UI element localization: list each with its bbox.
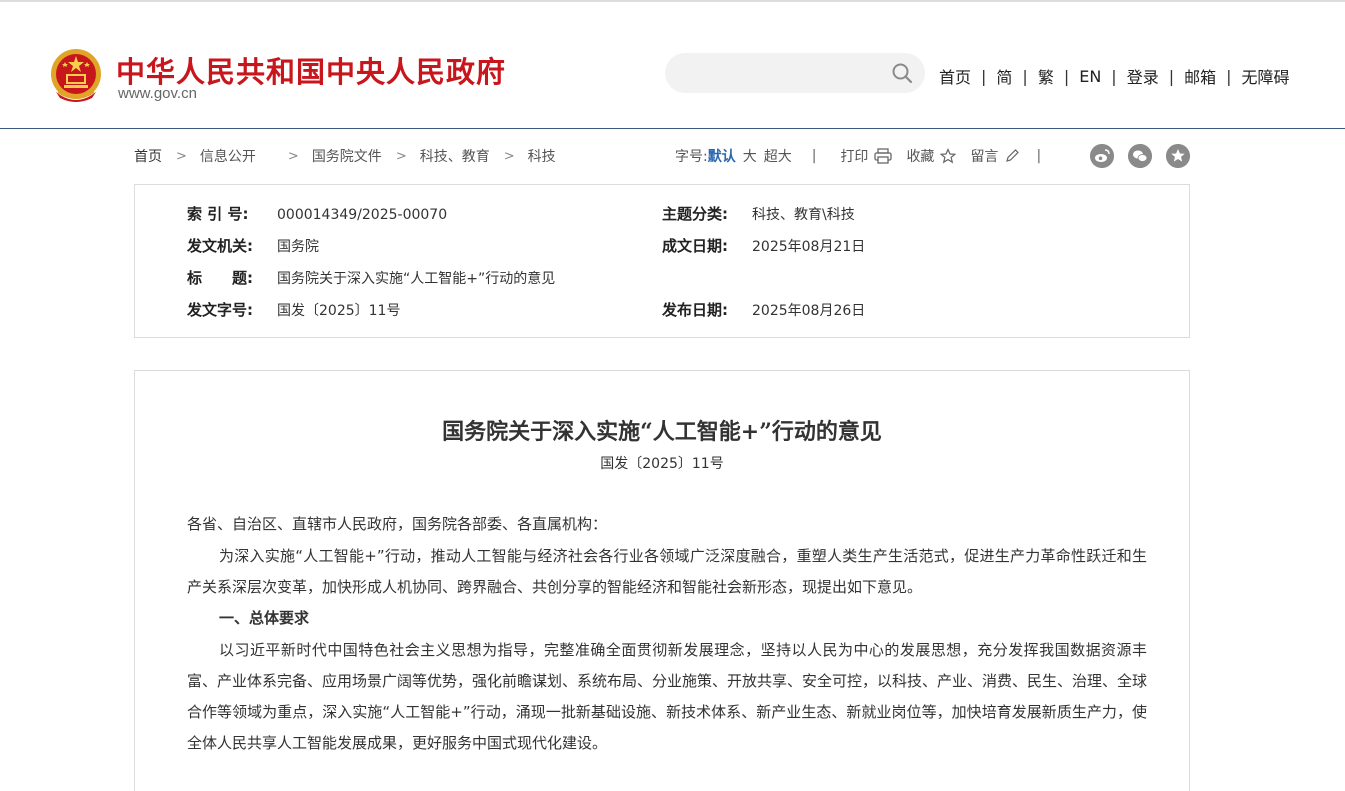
font-size-label: 字号: [675, 149, 708, 165]
nav-separator: | [1111, 66, 1117, 86]
docno-value: 国发〔2025〕11号 [277, 303, 401, 319]
search-box [665, 53, 925, 93]
printer-icon [874, 148, 893, 164]
article-title: 国务院关于深入实施“人工智能+”行动的意见 [442, 419, 882, 445]
issuer-label: 发文机关: [187, 237, 253, 255]
top-nav: 首页 | 简 | 繁 | EN | 登录 | 邮箱 | 无障碍 [939, 64, 1290, 88]
date-made-label: 成文日期: [662, 237, 728, 255]
article-paragraph: 为深入实施“人工智能+”行动，推动人工智能与经济社会各行业各领域广泛深度融合，重… [187, 547, 1147, 596]
breadcrumb-sci-edu[interactable]: 科技、教育 [420, 146, 490, 166]
favorite-share-icon[interactable] [1166, 144, 1190, 168]
page-tools: 字号: 默认 大 超大 | 打印 收藏 留言 | [675, 146, 1041, 166]
info-issuer: 发文机关: 国务院 [187, 235, 319, 256]
title-value: 国务院关于深入实施“人工智能+”行动的意见 [277, 271, 556, 287]
info-title: 标 题: 国务院关于深入实施“人工智能+”行动的意见 [187, 267, 555, 288]
nav-mail-link[interactable]: 邮箱 [1184, 64, 1216, 88]
wechat-share-icon[interactable] [1128, 144, 1152, 168]
tools-separator: | [811, 148, 817, 164]
nav-separator: | [981, 66, 987, 86]
nav-accessibility-link[interactable]: 无障碍 [1242, 64, 1290, 88]
info-subject: 主题分类: 科技、教育\科技 [662, 203, 855, 224]
article-salutation: 各省、自治区、直辖市人民政府，国务院各部委、各直属机构： [187, 515, 608, 533]
chevron-right-icon: > [287, 148, 299, 164]
favorite-label: 收藏 [906, 149, 935, 165]
font-size-default[interactable]: 默认 [708, 146, 736, 166]
chevron-right-icon: > [176, 148, 187, 164]
document-info-panel: 索 引 号: 000014349/2025-00070 主题分类: 科技、教育\科技… [134, 184, 1190, 338]
national-emblem-icon[interactable] [50, 48, 102, 104]
article-section-heading: 一、总体要求 [219, 609, 310, 627]
pencil-icon [1006, 149, 1020, 162]
nav-separator: | [1022, 66, 1028, 86]
nav-separator: | [1226, 66, 1232, 86]
subject-value: 科技、教育\科技 [752, 207, 855, 223]
breadcrumb-tech[interactable]: 科技 [528, 146, 556, 166]
breadcrumb-home[interactable]: 首页 [134, 146, 162, 166]
date-made-value: 2025年08月21日 [752, 239, 866, 255]
font-size-large[interactable]: 大 [743, 146, 757, 166]
tools-separator: | [1036, 148, 1042, 164]
font-size-xlarge[interactable]: 超大 [764, 146, 792, 166]
docno-label: 发文字号: [187, 301, 253, 319]
breadcrumb-info-public[interactable]: 信息公开 [200, 146, 256, 166]
breadcrumb-state-council-docs[interactable]: 国务院文件 [312, 146, 382, 166]
article-body: 国务院关于深入实施“人工智能+”行动的意见 国发〔2025〕11号 各省、自治区… [134, 370, 1190, 791]
index-label: 索 引 号: [187, 205, 249, 223]
comment-button[interactable]: 留言 [970, 146, 1020, 166]
site-header: 中华人民共和国中央人民政府 www.gov.cn 首页 | 简 | 繁 | EN… [0, 2, 1345, 129]
nav-login-link[interactable]: 登录 [1127, 64, 1159, 88]
nav-home-link[interactable]: 首页 [939, 64, 971, 88]
site-url[interactable]: www.gov.cn [118, 85, 197, 102]
title-label: 标 题: [187, 269, 253, 287]
info-index: 索 引 号: 000014349/2025-00070 [187, 203, 447, 224]
comment-label: 留言 [970, 149, 999, 165]
article-paragraph: 以习近平新时代中国特色社会主义思想为指导，完整准确全面贯彻新发展理念，坚持以人民… [187, 641, 1148, 752]
nav-traditional-link[interactable]: 繁 [1038, 64, 1054, 88]
star-icon [940, 148, 957, 164]
article-doc-number: 国发〔2025〕11号 [600, 456, 724, 472]
breadcrumb: 首页 > 信息公开 > 国务院文件 > 科技、教育 > 科技 [134, 146, 556, 166]
pub-date-value: 2025年08月26日 [752, 303, 866, 319]
chevron-right-icon: > [395, 148, 407, 164]
info-date-made: 成文日期: 2025年08月21日 [662, 235, 865, 256]
pub-date-label: 发布日期: [662, 301, 728, 319]
info-pub-date: 发布日期: 2025年08月26日 [662, 299, 865, 320]
search-icon[interactable] [891, 62, 913, 84]
nav-simplified-link[interactable]: 简 [996, 64, 1012, 88]
chevron-right-icon: > [503, 148, 515, 164]
nav-separator: | [1063, 66, 1070, 86]
index-value: 000014349/2025-00070 [277, 207, 448, 223]
favorite-button[interactable]: 收藏 [906, 146, 957, 166]
print-button[interactable]: 打印 [840, 146, 893, 166]
nav-separator: | [1168, 66, 1175, 86]
nav-english-link[interactable]: EN [1079, 67, 1101, 86]
issuer-value: 国务院 [277, 239, 319, 255]
weibo-share-icon[interactable] [1090, 144, 1114, 168]
subject-label: 主题分类: [662, 205, 728, 223]
info-docno: 发文字号: 国发〔2025〕11号 [187, 299, 400, 320]
print-label: 打印 [840, 149, 869, 165]
search-input[interactable] [665, 53, 911, 93]
